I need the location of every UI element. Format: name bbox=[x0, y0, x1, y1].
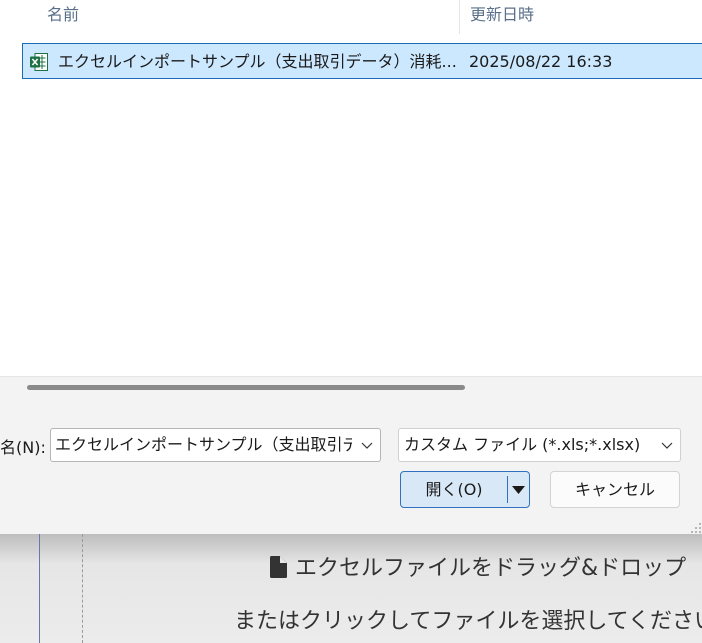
filetype-select[interactable]: カスタム ファイル (*.xls;*.xlsx) bbox=[398, 428, 681, 462]
file-list: 名前 更新日時 エクセルインポートサンプル（支出取引データ）消耗... 2025… bbox=[0, 0, 702, 376]
dropdown-arrow-icon[interactable] bbox=[512, 485, 525, 495]
cancel-button[interactable]: キャンセル bbox=[550, 471, 680, 508]
dropzone-instruction: エクセルファイルをドラッグ&ドロップ bbox=[270, 550, 687, 581]
file-name: エクセルインポートサンプル（支出取引データ）消耗... bbox=[58, 52, 457, 71]
file-icon bbox=[270, 556, 287, 578]
dropzone-dashed-border bbox=[82, 534, 83, 643]
column-header-name[interactable]: 名前 bbox=[47, 0, 79, 34]
dialog-bottom-panel: 名(N): エクセルインポートサンプル（支出取引データ）消耗品費 カスタム ファ… bbox=[0, 376, 702, 534]
split-button-divider bbox=[507, 476, 508, 503]
dropzone-line-1: エクセルファイルをドラッグ&ドロップ bbox=[295, 556, 687, 581]
resize-grip-icon[interactable] bbox=[690, 522, 702, 534]
filename-input[interactable]: エクセルインポートサンプル（支出取引データ）消耗品費 bbox=[50, 428, 381, 462]
file-row-selected[interactable]: エクセルインポートサンプル（支出取引データ）消耗... 2025/08/22 1… bbox=[22, 43, 702, 79]
filename-value: エクセルインポートサンプル（支出取引データ）消耗品費 bbox=[55, 435, 352, 454]
column-header-modified[interactable]: 更新日時 bbox=[470, 0, 534, 34]
file-modified-date: 2025/08/22 16:33 bbox=[469, 52, 613, 71]
page-edge-line bbox=[39, 534, 40, 643]
filetype-value: カスタム ファイル (*.xls;*.xlsx) bbox=[404, 435, 641, 454]
open-button[interactable]: 開く(O) bbox=[400, 471, 530, 508]
filename-label: 名(N): bbox=[0, 438, 46, 457]
excel-file-icon bbox=[30, 53, 48, 71]
chevron-down-icon bbox=[661, 442, 673, 449]
dropzone-line-2: またはクリックしてファイルを選択してください bbox=[234, 609, 702, 634]
chevron-down-icon[interactable] bbox=[360, 438, 374, 452]
open-button-label: 開く(O) bbox=[425, 480, 483, 499]
file-dropzone[interactable]: エクセルファイルをドラッグ&ドロップ またはクリックしてファイルを選択してくださ… bbox=[0, 534, 702, 643]
column-divider[interactable] bbox=[459, 0, 460, 34]
horizontal-scrollbar[interactable] bbox=[27, 385, 465, 390]
